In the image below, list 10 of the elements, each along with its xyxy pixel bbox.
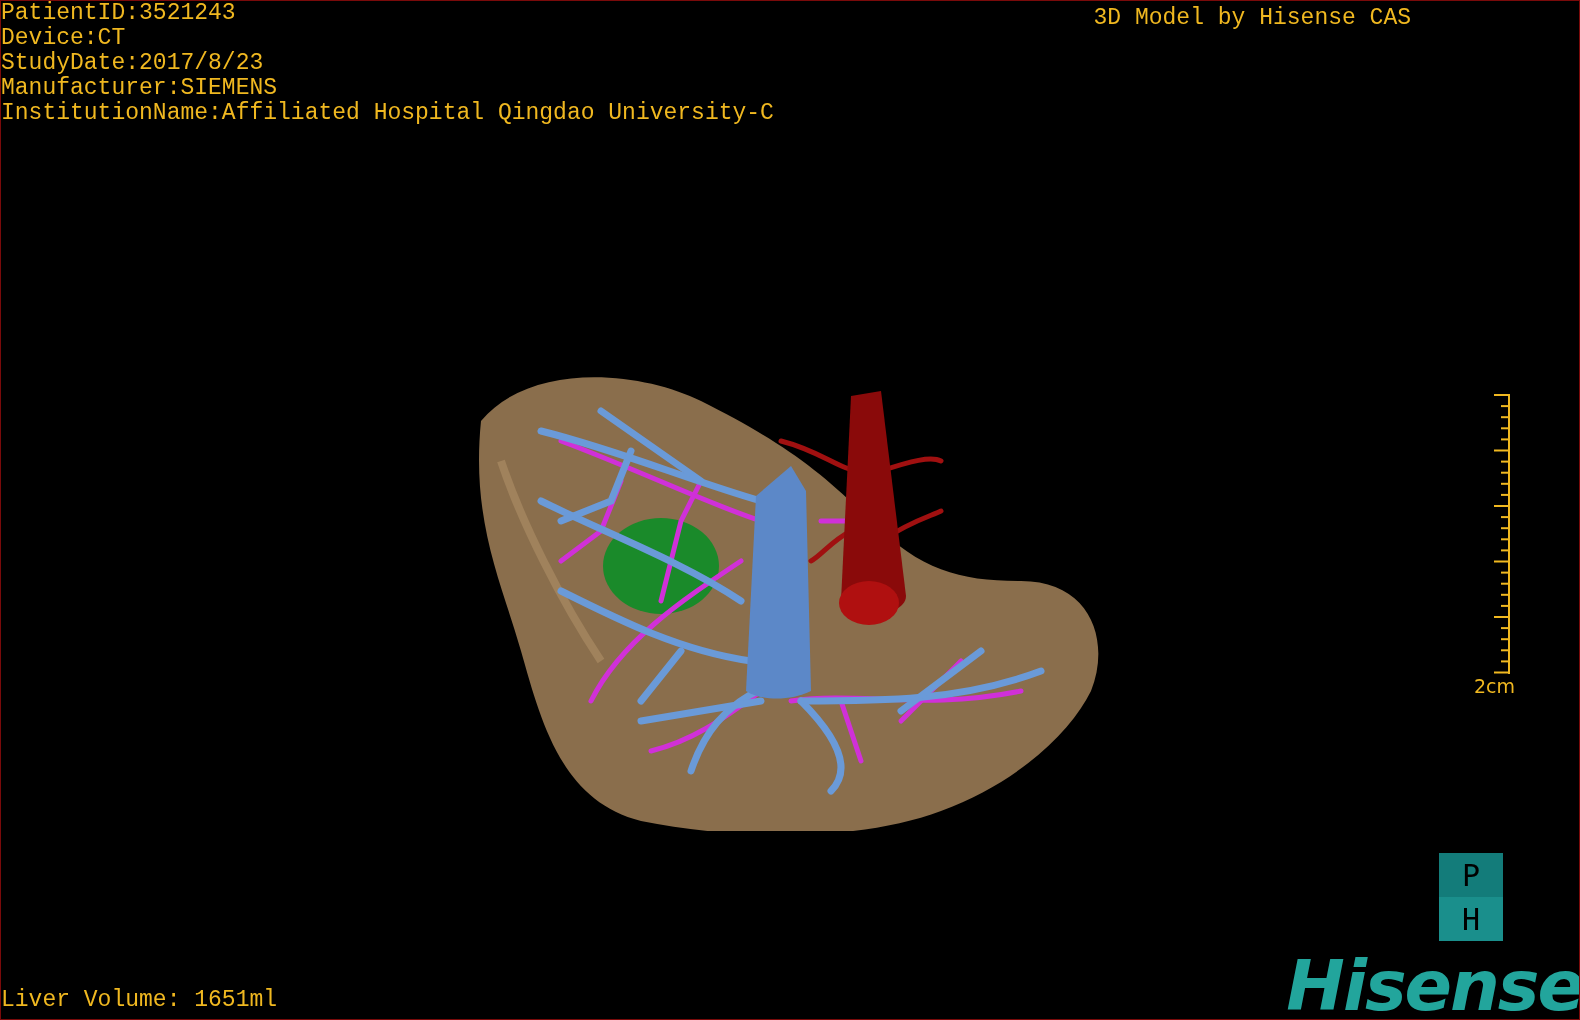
logo-badge-letter: P	[1439, 853, 1503, 897]
logo-badge-letter: H	[1439, 897, 1503, 941]
info-text: Manufacturer:SIEMENS	[1, 76, 279, 101]
liver-volume-text: Liver Volume: 1651ml	[1, 987, 278, 1013]
scale-label: 2cm	[1473, 675, 1515, 697]
info-text: InstitutionName:Affiliated Hospital Qingdao University-C	[1, 101, 774, 126]
info-text: PatientID:3521243	[1, 1, 237, 26]
viewer-title: 3D Model by Hisense CAS	[1093, 4, 1411, 33]
info-text: Device:CT	[1, 26, 127, 51]
info-text: StudyDate:2017/8/23	[1, 51, 265, 76]
